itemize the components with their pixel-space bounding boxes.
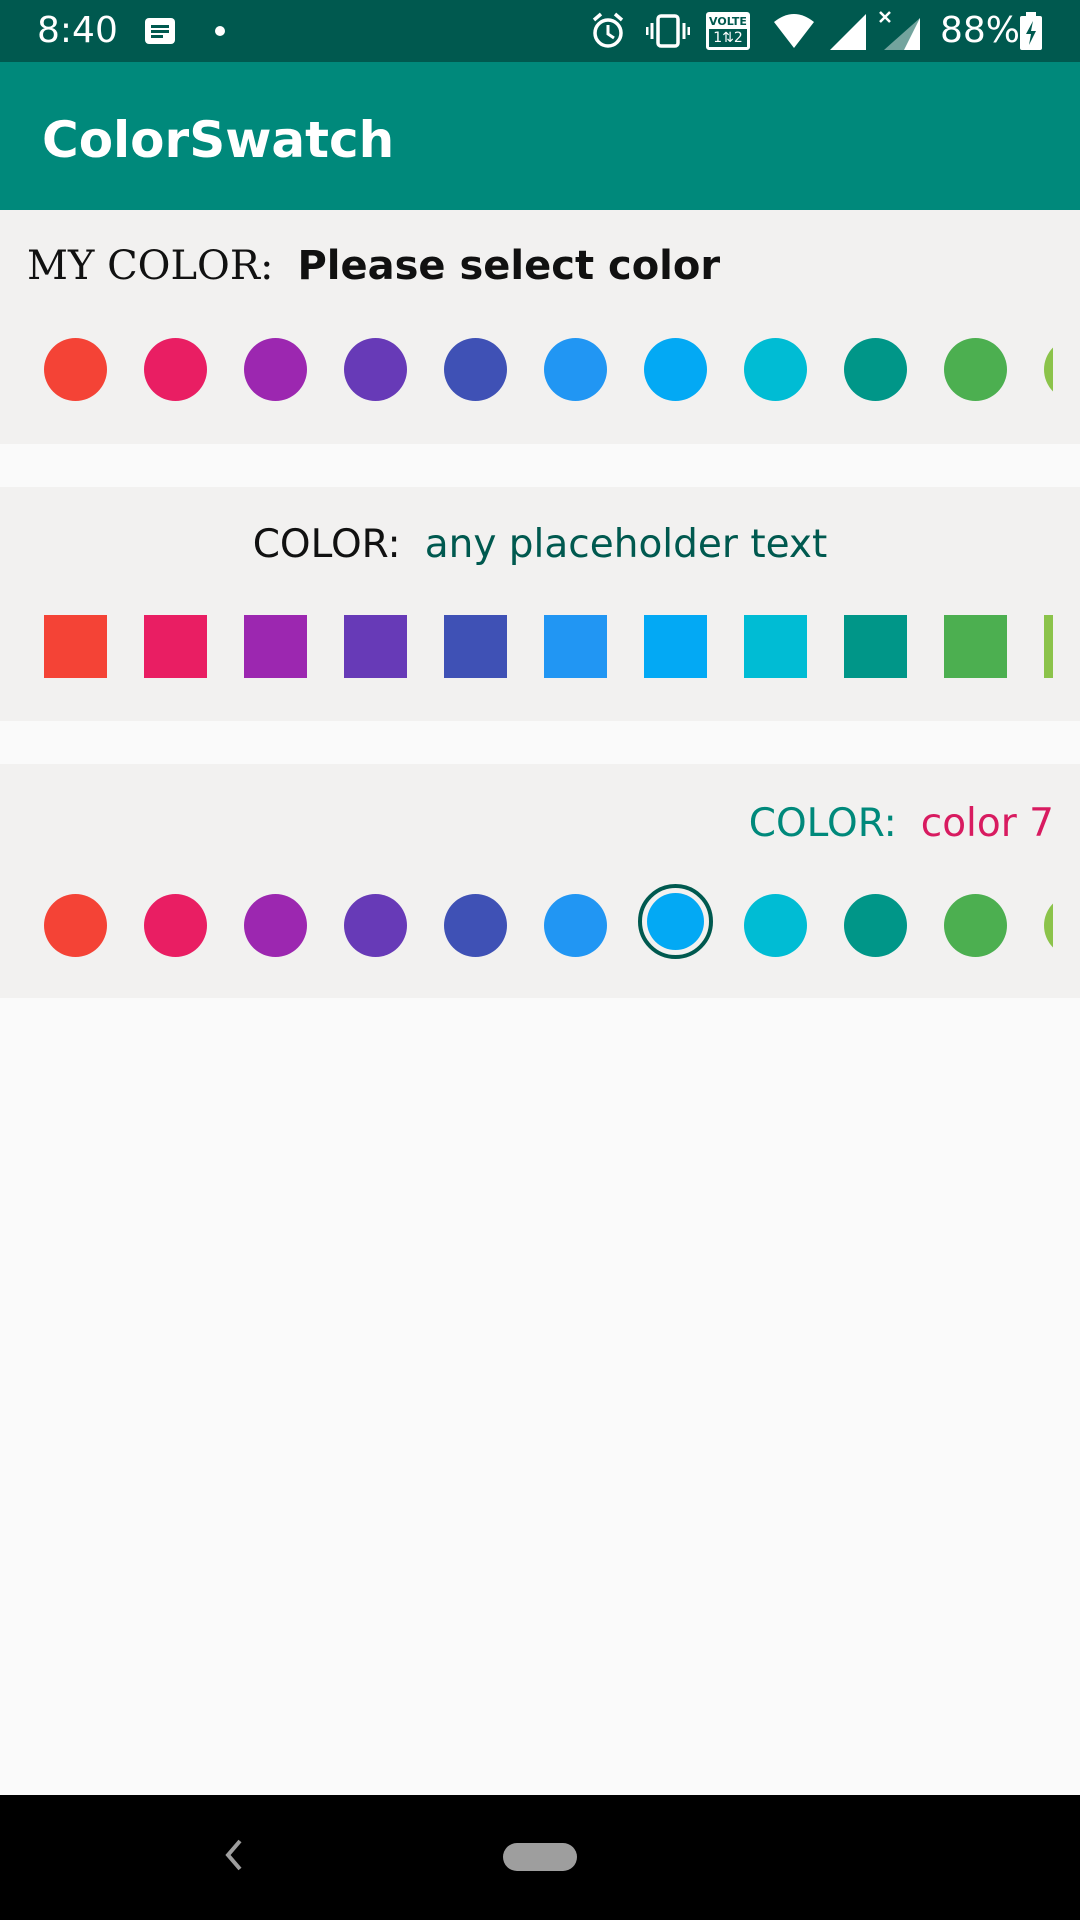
panel-3-swatch-8[interactable] [744,894,807,957]
panel-3-swatch-4[interactable] [344,894,407,957]
message-notification-icon [145,18,175,44]
panel-1-swatch-8[interactable] [744,338,807,401]
back-icon[interactable] [222,1835,246,1875]
panel-1-swatch-3[interactable] [244,338,307,401]
panel-3-value: color 7 [920,801,1054,846]
color-picker-panel-3: COLOR: color 7 [0,764,1080,998]
signal-no-data-icon [879,11,920,50]
panel-2-swatch-5[interactable] [444,615,507,678]
panel-1-swatch-row [0,320,1053,420]
panel-1-swatch-6[interactable] [544,338,607,401]
panel-2-swatch-1[interactable] [44,615,107,678]
panel-3-swatch-9[interactable] [844,894,907,957]
status-bar: 8:40 VOLTE 1⇅2 88% [0,0,1080,62]
panel-2-swatch-7[interactable] [644,615,707,678]
panel-3-swatch-5[interactable] [444,894,507,957]
battery-percent: 88% [940,10,1021,51]
selected-swatch-fill [647,893,704,950]
panel-1-label: MY COLOR: [27,243,274,289]
app-title: ColorSwatch [42,111,395,169]
panel-3-swatch-1[interactable] [44,894,107,957]
panel-1-swatch-2[interactable] [144,338,207,401]
color-picker-panel-2: COLOR: any placeholder text [0,487,1080,721]
panel-3-label: COLOR: [748,801,897,846]
panel-3-swatch-11[interactable] [1044,894,1053,957]
status-time: 8:40 [37,10,118,51]
panel-2-swatch-10[interactable] [944,615,1007,678]
battery-charging-icon [1020,12,1042,50]
home-button[interactable] [503,1843,577,1871]
color-picker-panel-1: MY COLOR: Please select color [0,210,1080,444]
panel-2-swatch-2[interactable] [144,615,207,678]
panel-1-swatch-11[interactable] [1044,338,1053,401]
panel-3-swatch-row [0,876,1053,976]
panel-2-swatch-6[interactable] [544,615,607,678]
signal-icon [830,14,866,50]
vibrate-icon [646,14,690,48]
panel-1-value: Please select color [297,243,721,289]
wifi-icon [774,14,814,48]
navigation-bar [0,1795,1080,1920]
panel-2-swatch-8[interactable] [744,615,807,678]
panel-1-swatch-7[interactable] [644,338,707,401]
app-bar: ColorSwatch [0,62,1080,210]
panel-2-swatch-9[interactable] [844,615,907,678]
panel-2-swatch-4[interactable] [344,615,407,678]
panel-1-swatch-1[interactable] [44,338,107,401]
panel-3-swatch-6[interactable] [544,894,607,957]
panel-3-swatch-7[interactable] [638,884,713,959]
panel-2-value: any placeholder text [424,522,828,567]
panel-2-swatch-3[interactable] [244,615,307,678]
volte-icon: VOLTE 1⇅2 [706,12,750,50]
panel-1-swatch-5[interactable] [444,338,507,401]
panel-1-swatch-9[interactable] [844,338,907,401]
panel-1-swatch-4[interactable] [344,338,407,401]
panel-3-swatch-10[interactable] [944,894,1007,957]
panel-3-swatch-3[interactable] [244,894,307,957]
panel-2-swatch-row [0,597,1053,697]
panel-2-swatch-11[interactable] [1044,615,1053,678]
notification-dot-icon [215,26,225,36]
panel-1-swatch-10[interactable] [944,338,1007,401]
alarm-icon [592,12,624,48]
panel-2-label: COLOR: [252,522,401,567]
panel-3-swatch-2[interactable] [144,894,207,957]
